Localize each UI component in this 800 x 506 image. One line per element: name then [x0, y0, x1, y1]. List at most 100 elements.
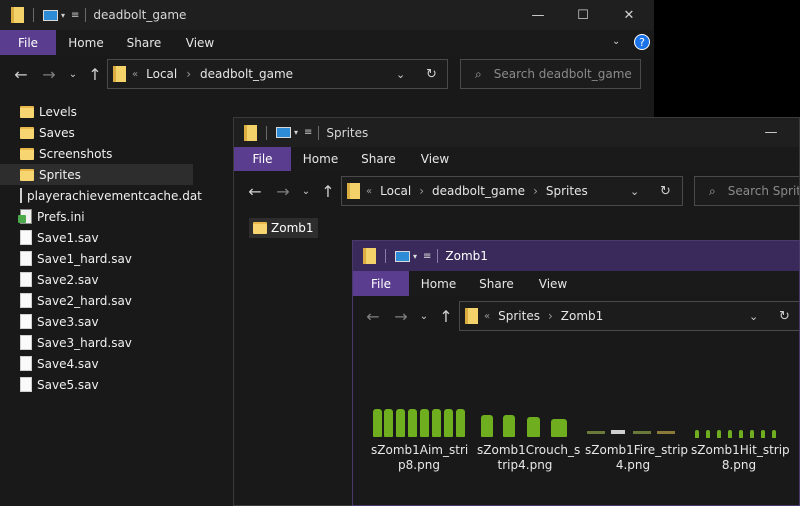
chevron-down-icon[interactable]: ⌄ [396, 68, 405, 81]
thumbnail-hit[interactable] [691, 429, 787, 439]
tab-home[interactable]: Home [56, 30, 116, 55]
tab-file[interactable]: File [0, 30, 56, 55]
file-name-crouch: sZomb1Crouch_s trip4.png [477, 443, 580, 473]
refresh-icon[interactable]: ↻ [660, 184, 671, 199]
breadcrumb-overflow[interactable]: « [366, 186, 372, 197]
ribbon-tabs: File Home Share View [234, 147, 799, 171]
close-button[interactable]: ✕ [614, 0, 644, 30]
address-bar[interactable]: « Local › deadbolt_game ⌄ ↻ [107, 59, 448, 89]
folder-icon [20, 147, 34, 160]
ribbon-tabs: File Home Share View ⌄ ? [0, 30, 654, 55]
breadcrumb-zomb1[interactable]: Zomb1 [561, 309, 604, 323]
file-icon [20, 230, 32, 245]
list-item-file[interactable]: Save4.sav [0, 353, 193, 374]
sprite-frame [717, 430, 721, 438]
tab-share[interactable]: Share [468, 271, 525, 296]
title-bar[interactable]: ▾ ≡ Zomb1 [353, 241, 799, 271]
list-item-zomb1[interactable]: Zomb1 [249, 218, 318, 238]
chevron-down-icon[interactable]: ⌄ [749, 310, 758, 323]
list-item-file[interactable]: Save3_hard.sav [0, 332, 193, 353]
help-icon[interactable]: ? [634, 34, 650, 50]
folder-icon [363, 248, 376, 264]
list-item-file[interactable]: Save1.sav [0, 227, 193, 248]
up-arrow-icon[interactable]: ↑ [315, 178, 341, 204]
sprite-frame [772, 430, 776, 438]
tab-view[interactable]: View [172, 30, 228, 55]
folder-icon [465, 308, 478, 324]
breadcrumb-local[interactable]: Local [380, 184, 411, 198]
thumbnail-crouch[interactable] [477, 407, 573, 439]
refresh-icon[interactable]: ↻ [779, 309, 790, 324]
expand-ribbon-icon[interactable]: ⌄ [612, 36, 620, 47]
thumbnail-fire[interactable] [585, 427, 681, 439]
tab-share[interactable]: Share [116, 30, 172, 55]
qat-dropdown-icon[interactable]: ▾ [294, 128, 298, 137]
customize-icon[interactable]: ≡ [71, 10, 79, 21]
list-item-file[interactable]: Save5.sav [0, 374, 193, 395]
file-name-aim: sZomb1Aim_stri p8.png [371, 443, 468, 473]
list-item-file[interactable]: Save1_hard.sav [0, 248, 193, 269]
tab-view[interactable]: View [525, 271, 581, 296]
breadcrumb-local[interactable]: Local [146, 67, 177, 81]
list-item-file[interactable]: Save2_hard.sav [0, 290, 193, 311]
sprite-frame [527, 417, 540, 437]
back-arrow-icon[interactable]: ← [8, 61, 34, 87]
sprite-frame [481, 415, 493, 437]
breadcrumb-sprites[interactable]: Sprites [498, 309, 540, 323]
address-bar[interactable]: « Sprites › Zomb1 ⌄ ↻ [459, 301, 799, 331]
breadcrumb-overflow[interactable]: « [484, 311, 490, 322]
list-item-file[interactable]: Save2.sav [0, 269, 193, 290]
minimize-button[interactable]: — [523, 0, 553, 30]
thumbnail-aim[interactable] [371, 407, 467, 439]
address-bar[interactable]: « Local › deadbolt_game › Sprites ⌄ ↻ [341, 176, 683, 206]
list-item-sprites[interactable]: Sprites [0, 164, 193, 185]
minimize-button[interactable]: — [756, 118, 786, 147]
tab-home[interactable]: Home [291, 147, 350, 171]
file-icon [20, 188, 22, 203]
ini-file-icon [18, 209, 32, 224]
customize-icon[interactable]: ≡ [423, 251, 431, 262]
list-item-screenshots[interactable]: Screenshots [0, 143, 193, 164]
sprite-frame [396, 409, 405, 437]
search-box[interactable]: ⌕ Search Sprite [694, 176, 799, 206]
list-item-file[interactable]: playerachievementcache.dat [0, 185, 202, 206]
qat-dropdown-icon[interactable]: ▾ [413, 252, 417, 261]
up-arrow-icon[interactable]: ↑ [433, 303, 459, 329]
title-bar[interactable]: ▾ ≡ Sprites — [234, 118, 799, 147]
sprite-frame [706, 430, 710, 438]
breadcrumb-deadbolt-game[interactable]: deadbolt_game [200, 67, 293, 81]
back-arrow-icon[interactable]: ← [360, 303, 386, 329]
list-item-saves[interactable]: Saves [0, 122, 193, 143]
list-item-levels[interactable]: Levels [0, 101, 193, 122]
tab-file[interactable]: File [234, 147, 291, 171]
up-arrow-icon[interactable]: ↑ [82, 61, 108, 87]
tab-file[interactable]: File [353, 271, 409, 296]
sprite-frame [633, 431, 651, 434]
tab-view[interactable]: View [407, 147, 463, 171]
back-arrow-icon[interactable]: ← [242, 178, 268, 204]
file-icon [20, 377, 32, 392]
maximize-button[interactable]: ☐ [568, 0, 598, 30]
search-box[interactable]: ⌕ Search deadbolt_game [460, 59, 641, 89]
title-bar[interactable]: ▾ ≡ deadbolt_game — ☐ ✕ [0, 0, 654, 30]
file-list: Levels Saves Screenshots Sprites playera… [0, 101, 202, 395]
qat-dropdown-icon[interactable]: ▾ [61, 11, 65, 20]
list-item-file[interactable]: Prefs.ini [0, 206, 193, 227]
properties-icon[interactable] [395, 250, 410, 262]
breadcrumb-deadbolt-game[interactable]: deadbolt_game [432, 184, 525, 198]
list-item-file[interactable]: Save3.sav [0, 311, 193, 332]
tab-share[interactable]: Share [350, 147, 407, 171]
breadcrumb-overflow[interactable]: « [132, 69, 138, 80]
search-icon: ⌕ [709, 183, 716, 198]
sprite-frame [373, 409, 382, 437]
properties-icon[interactable] [276, 127, 291, 138]
divider [385, 249, 386, 263]
breadcrumb-sprites[interactable]: Sprites [546, 184, 588, 198]
sprite-frame [750, 430, 754, 438]
customize-icon[interactable]: ≡ [304, 127, 312, 138]
refresh-icon[interactable]: ↻ [426, 67, 437, 82]
chevron-down-icon[interactable]: ⌄ [630, 185, 639, 198]
properties-icon[interactable] [43, 9, 58, 21]
tab-home[interactable]: Home [409, 271, 468, 296]
forward-arrow-icon[interactable]: → [36, 61, 62, 87]
